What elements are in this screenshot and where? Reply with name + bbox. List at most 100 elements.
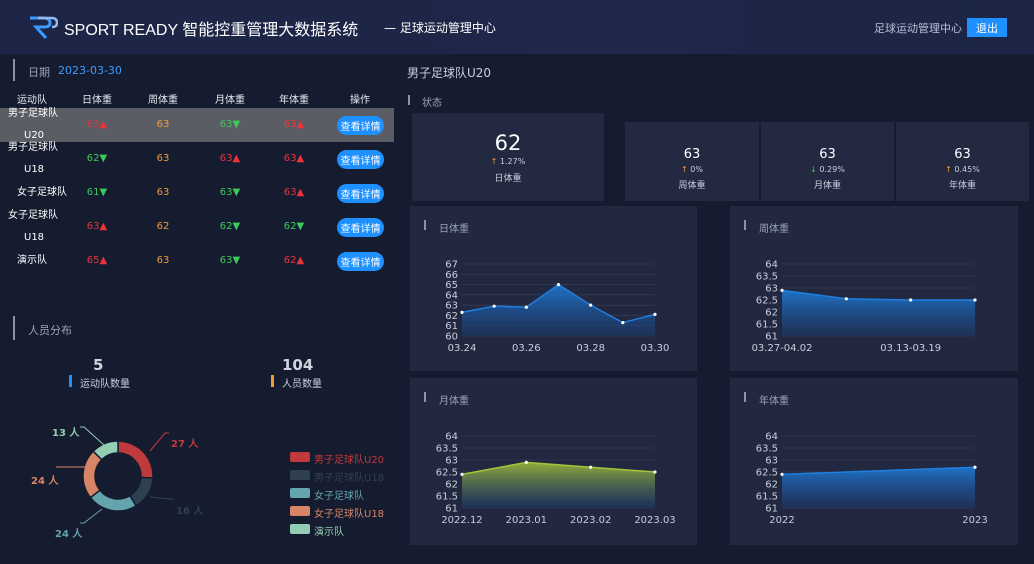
y-tick-label: 63.5 [756, 272, 778, 283]
data-point[interactable] [589, 303, 593, 307]
date-value[interactable]: 2023-03-30 [58, 64, 122, 77]
app-subtitle: — 足球运动管理中心 [384, 21, 496, 35]
donut-slice[interactable] [82, 450, 103, 499]
donut-slice[interactable] [89, 489, 138, 512]
data-point[interactable] [556, 282, 561, 287]
data-point[interactable] [460, 472, 464, 476]
x-tick-label: 2023.02 [570, 515, 611, 526]
data-point[interactable] [973, 465, 977, 469]
x-tick-label: 2023.03 [634, 515, 675, 526]
data-point[interactable] [653, 470, 657, 474]
day-weight-label: 日体重 [494, 174, 522, 184]
view-details-button[interactable]: 查看详情 [337, 218, 384, 237]
data-point[interactable] [780, 288, 784, 292]
table-header: 运动队 日体重 周体重 月体重 年体重 操作 [0, 88, 394, 108]
donut-label-line [80, 426, 105, 446]
team-name: 演示队 [17, 250, 47, 272]
team-name-line1: 男子足球队 [8, 108, 58, 119]
year-weight-value: 63 [954, 147, 971, 162]
day-weight-cell: 61▼ [86, 187, 108, 198]
legend-swatch [290, 452, 310, 462]
day-weight-chart: 日体重 60 61 62 63 64 65 66 67 03.24 03.26 03.28 03.30 [410, 206, 697, 371]
y-tick-label: 60 [445, 332, 458, 343]
day-weight-cell: 63▲ [86, 221, 108, 232]
team-name-line1: 女子足球队 [8, 210, 58, 221]
team-name-line1: 演示队 [17, 255, 47, 266]
team-name: 女子足球队 U18 [8, 205, 58, 249]
team-name-line1: 男子足球队 [8, 142, 58, 153]
week-weight-cell: 63 [156, 255, 170, 266]
year-weight-cell: 62▼ [283, 221, 305, 232]
y-tick-label: 63 [765, 456, 778, 467]
legend-swatch [290, 470, 310, 480]
date-label: 日期 [28, 66, 50, 79]
month-weight-cell: 63▼ [219, 187, 241, 198]
y-tick-label: 63.5 [756, 444, 778, 455]
teams-marker [69, 375, 72, 387]
data-point[interactable] [780, 472, 784, 476]
data-point[interactable] [973, 298, 977, 302]
month-weight-change: ↓ 0.29% [761, 165, 894, 174]
column-header-week: 周体重 [148, 95, 178, 106]
team-name-line1: 女子足球队 [17, 187, 67, 198]
donut-slice[interactable] [117, 440, 154, 479]
people-label: 人员数量 [282, 379, 322, 390]
table-row[interactable]: 男子足球队 U20 63▲ 63 63▼ 63▲ 查看详情 [0, 108, 394, 142]
app-title: SPORT READY 智能控重管理大数据系统 [64, 22, 359, 39]
month-weight-cell: 63▼ [219, 119, 241, 130]
y-tick-label: 61.5 [756, 492, 778, 503]
y-tick-label: 62.5 [756, 468, 778, 479]
year-weight-cell: 63▲ [283, 119, 305, 130]
y-tick-label: 61 [765, 332, 778, 343]
data-point[interactable] [460, 310, 464, 314]
data-point[interactable] [524, 460, 528, 464]
week-weight-plot: 6161.56262.56363.564 03.27-04.02 03.13-03.… [752, 260, 977, 354]
y-tick-label: 64 [445, 432, 458, 443]
logout-button[interactable]: 退出 [967, 18, 1007, 37]
table-row[interactable]: 演示队 65▲ 63 63▼ 62▲ 查看详情 [0, 244, 394, 278]
section-marker [408, 95, 410, 105]
data-point[interactable] [621, 321, 625, 325]
legend-swatch [290, 506, 310, 516]
data-point[interactable] [844, 297, 848, 301]
y-tick-label: 63 [445, 301, 458, 312]
view-details-button[interactable]: 查看详情 [337, 116, 384, 135]
legend-label: 女子足球队 [314, 491, 364, 502]
day-weight-value: 62 [494, 131, 522, 155]
table-row[interactable]: 女子足球队 61▼ 63 63▼ 63▲ 查看详情 [0, 176, 394, 210]
day-weight-change: ↑ 1.27% [412, 157, 604, 166]
data-point[interactable] [524, 305, 528, 309]
week-weight-change: ↑ 0% [625, 165, 759, 174]
year-weight-change: ↑ 0.45% [896, 165, 1029, 174]
data-point[interactable] [492, 304, 496, 308]
team-title: 男子足球队U20 [407, 66, 492, 80]
year-weight-plot: 6161.56262.56363.564 2022 2023 [756, 432, 988, 527]
data-point[interactable] [909, 298, 913, 302]
data-point[interactable] [653, 312, 657, 316]
x-tick-label: 03.26 [512, 343, 541, 354]
view-details-button[interactable]: 查看详情 [337, 150, 384, 169]
y-tick-label: 63 [765, 284, 778, 295]
x-tick-label: 2022.12 [441, 515, 482, 526]
day-weight-card: 62 ↑ 1.27% 日体重 [412, 113, 604, 201]
y-tick-label: 63 [445, 456, 458, 467]
donut-data-label: 27 人 [171, 437, 199, 450]
view-details-button[interactable]: 查看详情 [337, 184, 384, 203]
series-area [782, 290, 975, 336]
x-tick-label: 2023.01 [506, 515, 547, 526]
table-row[interactable]: 男子足球队 U18 62▼ 63 63▲ 63▲ 查看详情 [0, 142, 394, 176]
month-weight-plot: 6161.56262.56363.564 2022.12 2023.01 2023.0… [436, 432, 676, 527]
table-row[interactable]: 女子足球队 U18 63▲ 62 62▼ 62▼ 查看详情 [0, 210, 394, 244]
y-tick-label: 67 [445, 260, 458, 271]
legend-label: 女子足球队U18 [314, 509, 385, 520]
year-weight-cell: 63▲ [283, 187, 305, 198]
view-details-button[interactable]: 查看详情 [337, 252, 384, 271]
week-weight-cell: 63 [156, 153, 170, 164]
week-weight-cell: 63 [156, 119, 170, 130]
change-percent: 0.45% [954, 165, 980, 174]
user-name: 足球运动管理中心 [874, 22, 962, 35]
week-weight-card: 63 ↑ 0% 周体重 [625, 122, 759, 201]
donut-label-line [149, 432, 169, 452]
data-point[interactable] [589, 465, 593, 469]
week-weight-cell: 62 [156, 221, 170, 232]
